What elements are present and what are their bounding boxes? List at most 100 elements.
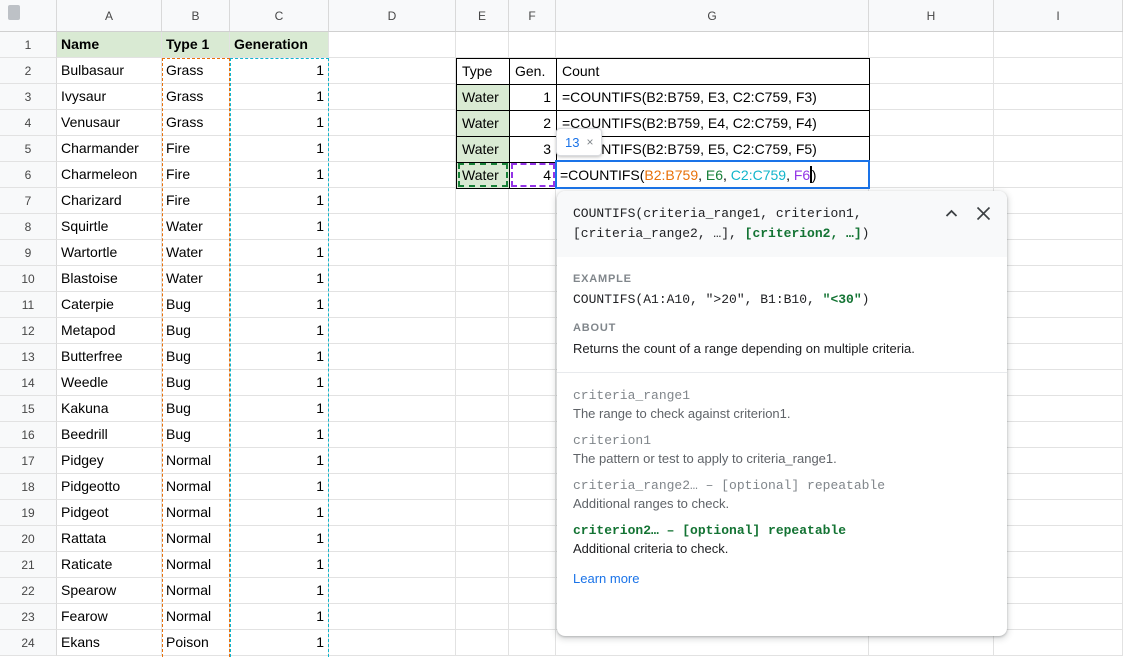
cell-B24[interactable]: Poison — [162, 630, 230, 656]
cell-E7[interactable] — [456, 188, 509, 214]
row-header-1[interactable]: 1 — [0, 32, 57, 58]
cell-C1[interactable]: Generation — [230, 32, 329, 58]
cell-D3[interactable] — [329, 84, 456, 110]
row-header-8[interactable]: 8 — [0, 214, 57, 240]
cell-I22[interactable] — [994, 578, 1123, 604]
cell-C19[interactable]: 1 — [230, 500, 329, 526]
cell-F9[interactable] — [509, 240, 556, 266]
cell-E20[interactable] — [456, 526, 509, 552]
cell-D8[interactable] — [329, 214, 456, 240]
cell-E15[interactable] — [456, 396, 509, 422]
cell-B8[interactable]: Water — [162, 214, 230, 240]
cell-I2[interactable] — [994, 58, 1123, 84]
cell-B14[interactable]: Bug — [162, 370, 230, 396]
cell-H3[interactable] — [869, 84, 994, 110]
cell-H6[interactable] — [869, 162, 994, 188]
cell-F8[interactable] — [509, 214, 556, 240]
cell-F2[interactable]: Gen. — [510, 59, 557, 85]
cell-F4[interactable]: 2 — [510, 111, 557, 137]
cell-F22[interactable] — [509, 578, 556, 604]
cell-I21[interactable] — [994, 552, 1123, 578]
cell-F5[interactable]: 3 — [510, 137, 557, 163]
row-header-23[interactable]: 23 — [0, 604, 57, 630]
row-header-17[interactable]: 17 — [0, 448, 57, 474]
cell-A17[interactable]: Pidgey — [57, 448, 162, 474]
cell-H1[interactable] — [869, 32, 994, 58]
cell-A23[interactable]: Fearow — [57, 604, 162, 630]
cell-F13[interactable] — [509, 344, 556, 370]
cell-F3[interactable]: 1 — [510, 85, 557, 111]
cell-C10[interactable]: 1 — [230, 266, 329, 292]
cell-I8[interactable] — [994, 214, 1123, 240]
cell-G2[interactable]: Count — [557, 59, 870, 85]
cell-I20[interactable] — [994, 526, 1123, 552]
cell-F15[interactable] — [509, 396, 556, 422]
cell-A21[interactable]: Raticate — [57, 552, 162, 578]
cell-A9[interactable]: Wartortle — [57, 240, 162, 266]
cell-E3[interactable]: Water — [457, 85, 510, 111]
cell-A3[interactable]: Ivysaur — [57, 84, 162, 110]
cell-I17[interactable] — [994, 448, 1123, 474]
column-header-E[interactable]: E — [456, 0, 509, 31]
cell-E22[interactable] — [456, 578, 509, 604]
collapse-icon[interactable] — [945, 209, 958, 218]
cell-A14[interactable]: Weedle — [57, 370, 162, 396]
cell-I9[interactable] — [994, 240, 1123, 266]
cell-I1[interactable] — [994, 32, 1123, 58]
cell-D10[interactable] — [329, 266, 456, 292]
column-header-B[interactable]: B — [162, 0, 230, 31]
cell-D19[interactable] — [329, 500, 456, 526]
cell-B11[interactable]: Bug — [162, 292, 230, 318]
cell-F19[interactable] — [509, 500, 556, 526]
cell-E18[interactable] — [456, 474, 509, 500]
column-header-A[interactable]: A — [57, 0, 162, 31]
cell-B10[interactable]: Water — [162, 266, 230, 292]
cell-F11[interactable] — [509, 292, 556, 318]
cell-B18[interactable]: Normal — [162, 474, 230, 500]
row-header-14[interactable]: 14 — [0, 370, 57, 396]
cell-C3[interactable]: 1 — [230, 84, 329, 110]
row-header-21[interactable]: 21 — [0, 552, 57, 578]
cell-A13[interactable]: Butterfree — [57, 344, 162, 370]
cell-D6[interactable] — [329, 162, 456, 188]
cell-E8[interactable] — [456, 214, 509, 240]
cell-E10[interactable] — [456, 266, 509, 292]
formula-edit-cell[interactable]: =COUNTIFS(B2:B759, E6, C2:C759, F6) — [555, 160, 870, 189]
cell-I3[interactable] — [994, 84, 1123, 110]
cell-A1[interactable]: Name — [57, 32, 162, 58]
cell-G3[interactable]: =COUNTIFS(B2:B759, E3, C2:C759, F3) — [557, 85, 870, 111]
cell-D4[interactable] — [329, 110, 456, 136]
cell-D2[interactable] — [329, 58, 456, 84]
cell-A7[interactable]: Charizard — [57, 188, 162, 214]
cell-A20[interactable]: Rattata — [57, 526, 162, 552]
cell-C20[interactable]: 1 — [230, 526, 329, 552]
row-header-10[interactable]: 10 — [0, 266, 57, 292]
cell-E16[interactable] — [456, 422, 509, 448]
cell-I13[interactable] — [994, 344, 1123, 370]
column-header-F[interactable]: F — [509, 0, 556, 31]
cell-B20[interactable]: Normal — [162, 526, 230, 552]
cell-I6[interactable] — [994, 162, 1123, 188]
cell-C24[interactable]: 1 — [230, 630, 329, 656]
cell-G4[interactable]: =COUNTIFS(B2:B759, E4, C2:C759, F4) — [557, 111, 870, 137]
cell-I19[interactable] — [994, 500, 1123, 526]
cell-C7[interactable]: 1 — [230, 188, 329, 214]
cell-C13[interactable]: 1 — [230, 344, 329, 370]
cell-D22[interactable] — [329, 578, 456, 604]
select-all-corner[interactable] — [0, 0, 57, 31]
cell-D21[interactable] — [329, 552, 456, 578]
cell-F16[interactable] — [509, 422, 556, 448]
cell-F24[interactable] — [509, 630, 556, 656]
cell-I11[interactable] — [994, 292, 1123, 318]
row-header-12[interactable]: 12 — [0, 318, 57, 344]
cell-A16[interactable]: Beedrill — [57, 422, 162, 448]
cell-C18[interactable]: 1 — [230, 474, 329, 500]
row-header-18[interactable]: 18 — [0, 474, 57, 500]
cell-E1[interactable] — [456, 32, 509, 58]
cell-A4[interactable]: Venusaur — [57, 110, 162, 136]
cell-C23[interactable]: 1 — [230, 604, 329, 630]
cell-F23[interactable] — [509, 604, 556, 630]
cell-A8[interactable]: Squirtle — [57, 214, 162, 240]
column-header-D[interactable]: D — [329, 0, 456, 31]
row-header-7[interactable]: 7 — [0, 188, 57, 214]
